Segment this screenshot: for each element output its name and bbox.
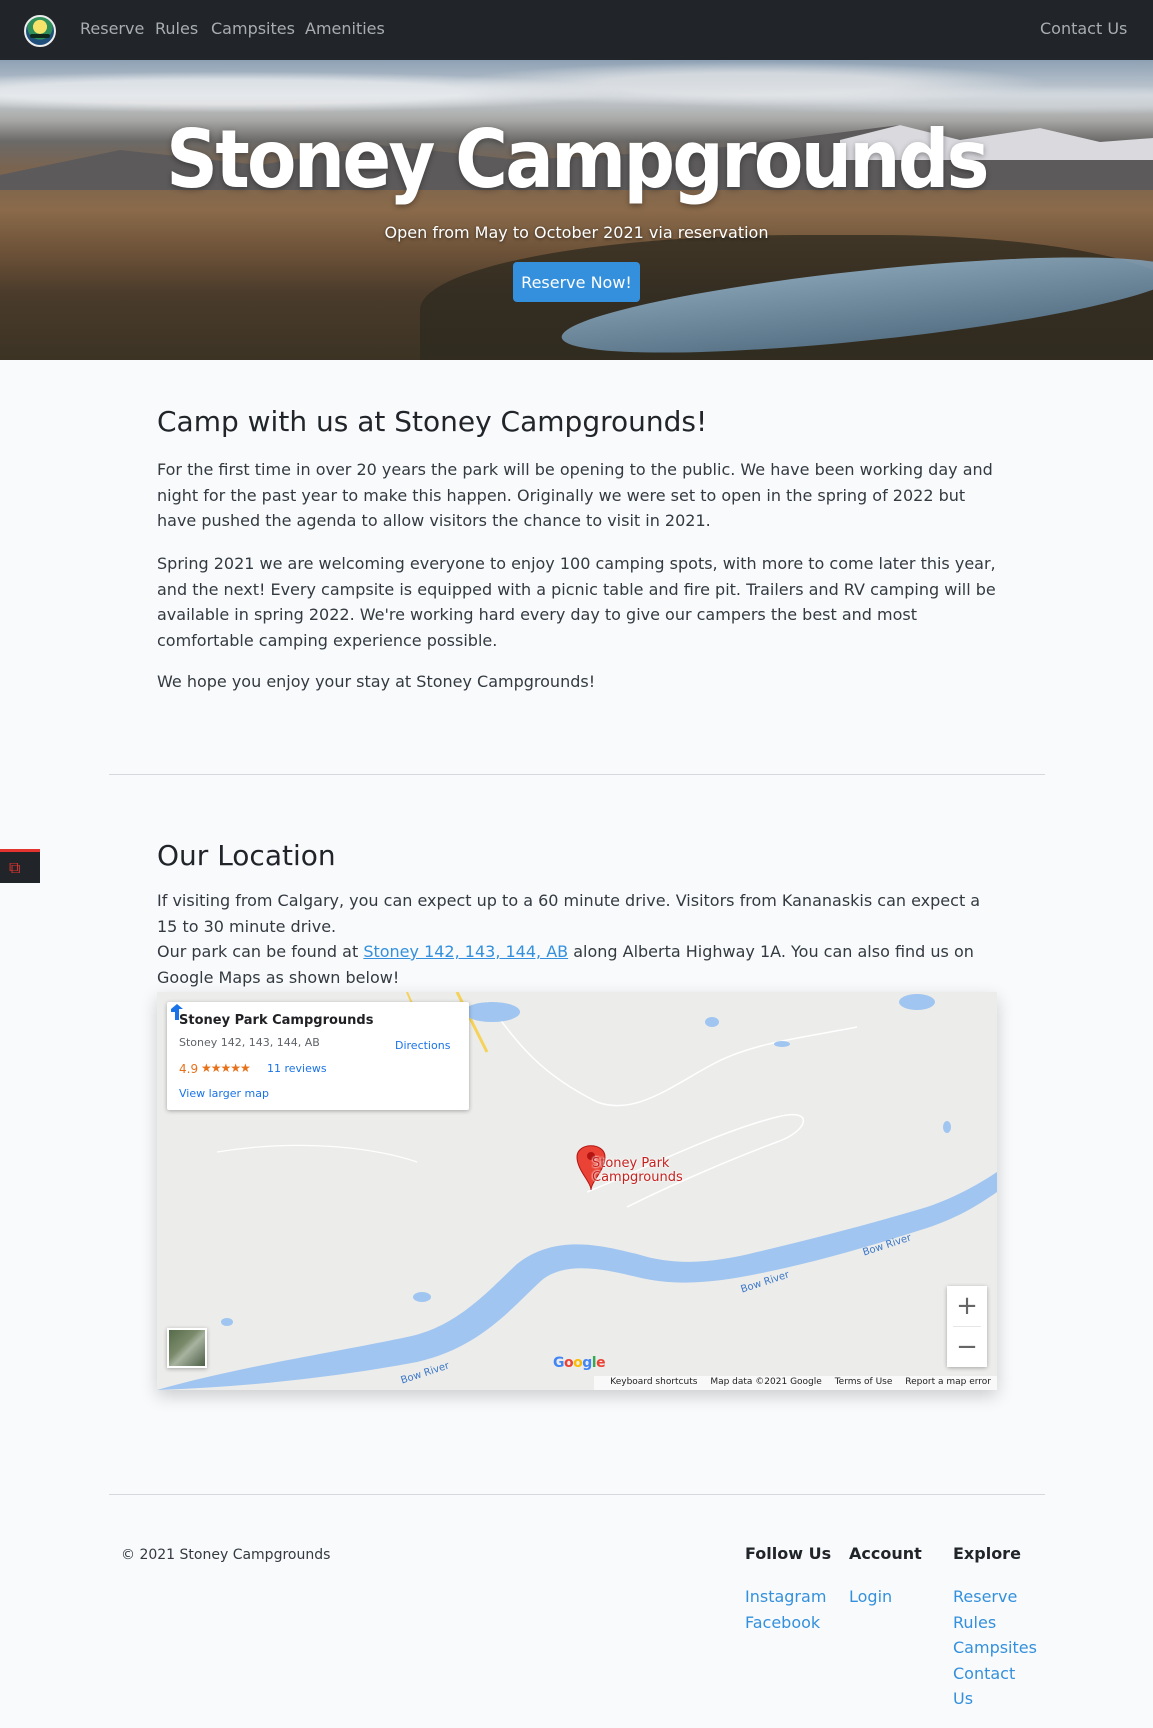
google-map-embed[interactable]: Stoney Park Campgrounds Stoney 142, 143,… [157,992,997,1390]
footer-divider [109,1494,1045,1495]
login-link[interactable]: Login [849,1584,892,1610]
hero-subtitle: Open from May to October 2021 via reserv… [384,223,769,242]
footer-rules-link[interactable]: Rules [953,1610,996,1636]
intro-paragraph-2: Spring 2021 we are welcoming everyone to… [157,554,996,650]
nav-rules[interactable]: Rules [155,19,198,38]
footer-campsites-link[interactable]: Campsites [953,1635,1037,1661]
footer-reserve-link[interactable]: Reserve [953,1584,1017,1610]
pin-label: Stoney Park Campgrounds [592,1157,683,1185]
keyboard-shortcuts-link[interactable]: Keyboard shortcuts [610,1377,697,1387]
terms-of-use-link[interactable]: Terms of Use [835,1377,893,1387]
reviews-link[interactable]: 11 reviews [267,1062,327,1075]
copyright-text: © 2021 Stoney Campgrounds [121,1547,331,1563]
lake-6 [413,1292,431,1302]
lake-3 [774,1041,790,1047]
navbar: Reserve Rules Campsites Amenities Contac… [0,0,1153,60]
place-info-card: Stoney Park Campgrounds Stoney 142, 143,… [167,1002,469,1110]
trail-path [216,1144,418,1163]
explore-heading: Explore [953,1544,1021,1563]
section-divider [109,774,1045,775]
location-paragraph-1: If visiting from Calgary, you can expect… [157,891,981,936]
location-heading: Our Location [157,839,336,872]
lake-2 [705,1017,719,1027]
satellite-view-toggle[interactable] [167,1328,207,1368]
directions-icon[interactable] [167,1002,187,1022]
place-name: Stoney Park Campgrounds [179,1013,374,1028]
map-data-text: Map data ©2021 Google [710,1377,822,1387]
report-map-error-link[interactable]: Report a map error [905,1377,991,1387]
nav-amenities[interactable]: Amenities [305,19,385,38]
lake-1 [464,1002,520,1022]
directions-link[interactable]: Directions [395,1039,450,1052]
map-footer-bar: Keyboard shortcuts Map data ©2021 Google… [594,1376,997,1390]
view-larger-map-link[interactable]: View larger map [179,1087,269,1100]
location-text-before: Our park can be found at [157,942,364,961]
stoney-campgrounds-logo[interactable] [24,15,56,47]
reserve-now-button[interactable]: Reserve Now! [513,262,640,302]
footer-contact-us-link[interactable]: Us [953,1686,973,1712]
pin-label-line-1: Stoney Park [592,1156,670,1171]
intro-paragraph-1: For the first time in over 20 years the … [157,460,993,530]
hero-banner: Stoney Campgrounds Open from May to Octo… [0,60,1153,360]
footer-contact-link[interactable]: Contact [953,1661,1015,1687]
lake-4 [899,994,935,1010]
lake-7 [221,1318,233,1326]
intro-heading: Camp with us at Stoney Campgrounds! [157,405,708,438]
intro-paragraph-3: We hope you enjoy your stay at Stoney Ca… [157,672,596,691]
lake-8 [943,1121,951,1133]
address-link[interactable]: Stoney 142, 143, 144, AB [363,942,568,961]
zoom-in-button[interactable]: + [947,1286,987,1326]
instagram-link[interactable]: Instagram [745,1584,826,1610]
zoom-controls: + − [947,1286,987,1367]
road-path [486,1001,858,1107]
google-logo: Google [553,1355,606,1371]
location-paragraph-2: Our park can be found at Stoney 142, 143… [157,939,997,990]
nav-contact-us[interactable]: Contact Us [1040,19,1127,38]
facebook-link[interactable]: Facebook [745,1610,820,1636]
zoom-out-button[interactable]: − [947,1327,987,1367]
debug-side-tab[interactable]: ⧉ [0,849,40,883]
place-address: Stoney 142, 143, 144, AB [179,1036,320,1049]
place-rating: 4.9 [179,1062,199,1076]
nav-reserve[interactable]: Reserve [80,19,144,38]
follow-us-heading: Follow Us [745,1544,832,1563]
rating-stars-icon: ★★★★★ [201,1061,251,1075]
account-heading: Account [849,1544,922,1563]
hero-title: Stoney Campgrounds [166,113,989,206]
laravel-icon: ⧉ [9,858,21,877]
nav-campsites[interactable]: Campsites [211,19,295,38]
pin-label-line-2: Campgrounds [592,1170,683,1185]
